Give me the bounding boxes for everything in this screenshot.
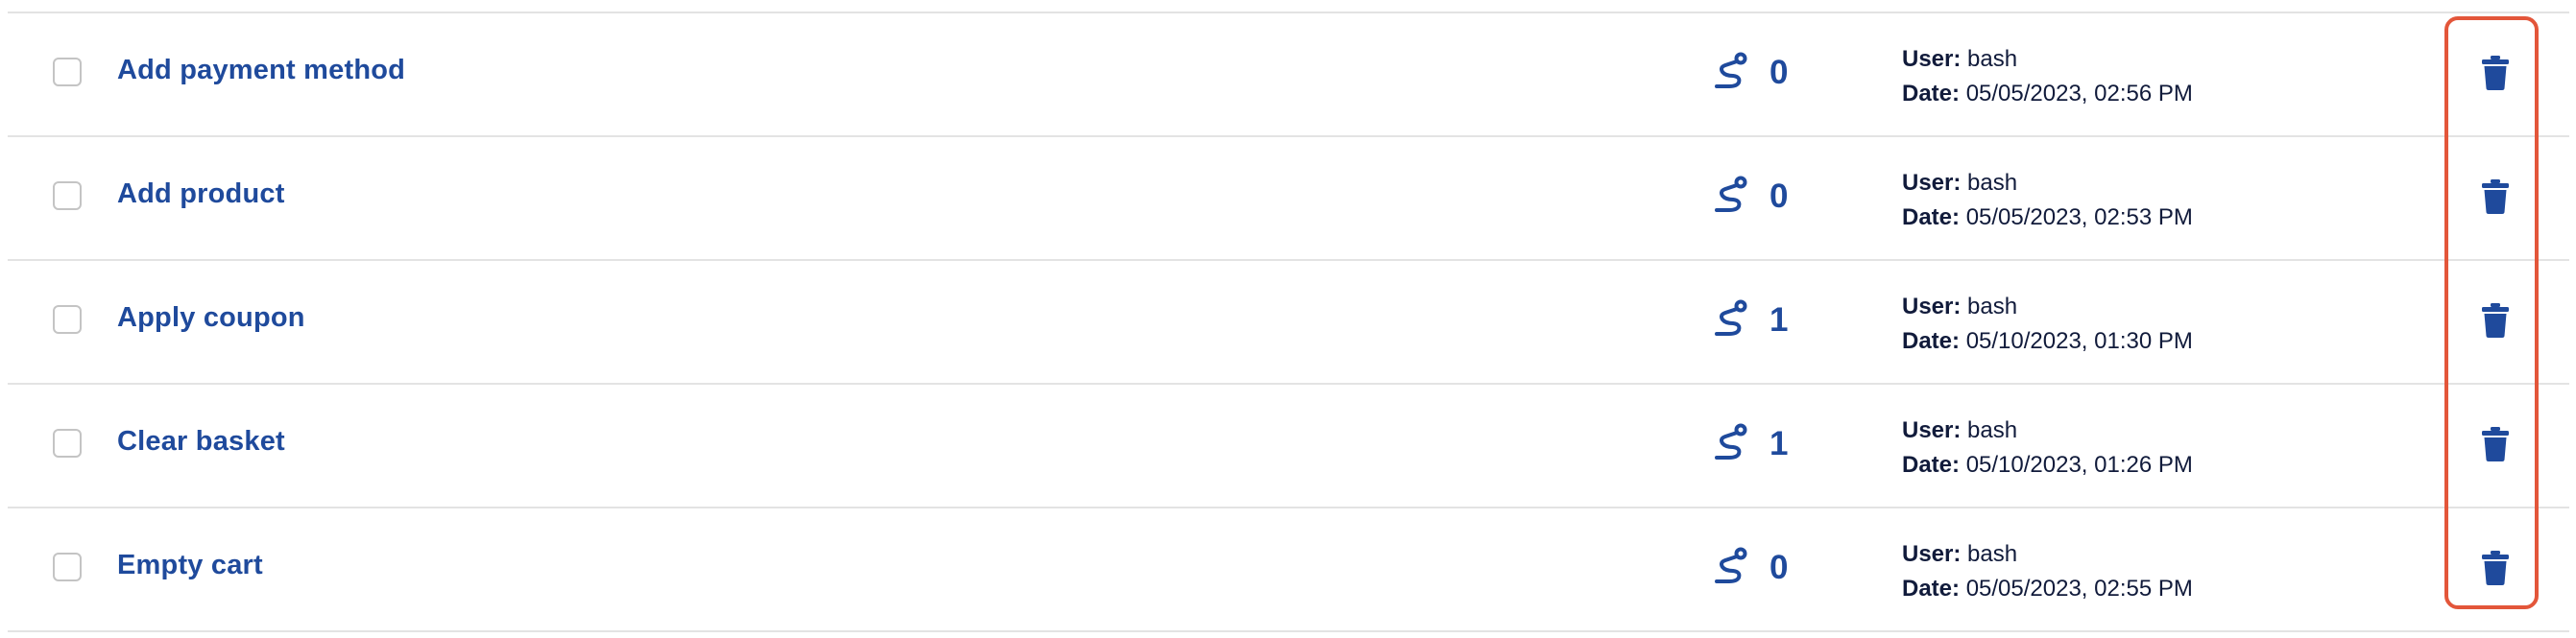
steps-value: 0 bbox=[1769, 177, 1789, 215]
test-name-link[interactable]: Apply coupon bbox=[117, 302, 305, 334]
date-label: Date: bbox=[1902, 328, 1961, 354]
route-icon bbox=[1714, 422, 1748, 464]
delete-button[interactable] bbox=[2482, 551, 2509, 585]
user-label: User: bbox=[1902, 294, 1962, 319]
test-list-page: Add payment method 0 User: bash Date: 05… bbox=[0, 0, 2576, 638]
row-checkbox[interactable] bbox=[53, 58, 82, 86]
trash-icon bbox=[2482, 56, 2509, 90]
date-value: 05/05/2023, 02:55 PM bbox=[1965, 576, 2193, 602]
row-meta: User: bash Date: 05/10/2023, 01:30 PM bbox=[1902, 290, 2193, 359]
row-checkbox[interactable] bbox=[53, 181, 82, 210]
steps-count: 0 bbox=[1714, 174, 1788, 218]
steps-value: 1 bbox=[1769, 424, 1789, 462]
user-value: bash bbox=[1967, 170, 2018, 196]
test-name-link[interactable]: Empty cart bbox=[117, 550, 263, 581]
user-label: User: bbox=[1902, 541, 1962, 567]
row-checkbox[interactable] bbox=[53, 305, 82, 334]
delete-button[interactable] bbox=[2482, 56, 2509, 90]
date-label: Date: bbox=[1902, 81, 1961, 106]
user-label: User: bbox=[1902, 417, 1962, 443]
steps-count: 0 bbox=[1714, 545, 1788, 589]
trash-icon bbox=[2482, 303, 2509, 338]
row-meta: User: bash Date: 05/05/2023, 02:55 PM bbox=[1902, 537, 2193, 606]
user-value: bash bbox=[1967, 294, 2018, 319]
trash-icon bbox=[2482, 551, 2509, 585]
date-label: Date: bbox=[1902, 452, 1961, 478]
date-value: 05/05/2023, 02:53 PM bbox=[1965, 204, 2193, 230]
list-item: Empty cart 0 User: bash Date: 05/05/2023… bbox=[8, 508, 2569, 632]
user-value: bash bbox=[1967, 417, 2018, 443]
list-item: Clear basket 1 User: bash Date: 05/10/20… bbox=[8, 385, 2569, 508]
test-list: Add payment method 0 User: bash Date: 05… bbox=[8, 12, 2569, 632]
steps-count: 1 bbox=[1714, 297, 1788, 342]
route-icon bbox=[1714, 298, 1748, 341]
user-label: User: bbox=[1902, 170, 1962, 196]
steps-value: 0 bbox=[1769, 548, 1789, 586]
test-name-link[interactable]: Add payment method bbox=[117, 55, 405, 86]
user-value: bash bbox=[1967, 541, 2018, 567]
row-meta: User: bash Date: 05/05/2023, 02:56 PM bbox=[1902, 42, 2193, 111]
date-label: Date: bbox=[1902, 576, 1961, 602]
date-value: 05/10/2023, 01:30 PM bbox=[1965, 328, 2193, 354]
delete-button[interactable] bbox=[2482, 303, 2509, 338]
trash-icon bbox=[2482, 427, 2509, 461]
steps-count: 1 bbox=[1714, 421, 1788, 465]
row-checkbox[interactable] bbox=[53, 553, 82, 581]
date-label: Date: bbox=[1902, 204, 1961, 230]
row-checkbox[interactable] bbox=[53, 429, 82, 458]
route-icon bbox=[1714, 546, 1748, 588]
route-icon bbox=[1714, 175, 1748, 217]
route-icon bbox=[1714, 51, 1748, 93]
list-item: Add product 0 User: bash Date: 05/05/202… bbox=[8, 137, 2569, 261]
delete-button[interactable] bbox=[2482, 179, 2509, 214]
delete-button[interactable] bbox=[2482, 427, 2509, 461]
test-name-link[interactable]: Clear basket bbox=[117, 426, 285, 458]
list-item: Apply coupon 1 User: bash Date: 05/10/20… bbox=[8, 261, 2569, 385]
list-item: Add payment method 0 User: bash Date: 05… bbox=[8, 13, 2569, 137]
row-meta: User: bash Date: 05/05/2023, 02:53 PM bbox=[1902, 166, 2193, 235]
date-value: 05/10/2023, 01:26 PM bbox=[1965, 452, 2193, 478]
steps-value: 1 bbox=[1769, 300, 1789, 339]
trash-icon bbox=[2482, 179, 2509, 214]
steps-value: 0 bbox=[1769, 53, 1789, 91]
date-value: 05/05/2023, 02:56 PM bbox=[1965, 81, 2193, 106]
user-label: User: bbox=[1902, 46, 1962, 72]
user-value: bash bbox=[1967, 46, 2018, 72]
test-name-link[interactable]: Add product bbox=[117, 178, 285, 210]
row-meta: User: bash Date: 05/10/2023, 01:26 PM bbox=[1902, 414, 2193, 483]
steps-count: 0 bbox=[1714, 50, 1788, 94]
